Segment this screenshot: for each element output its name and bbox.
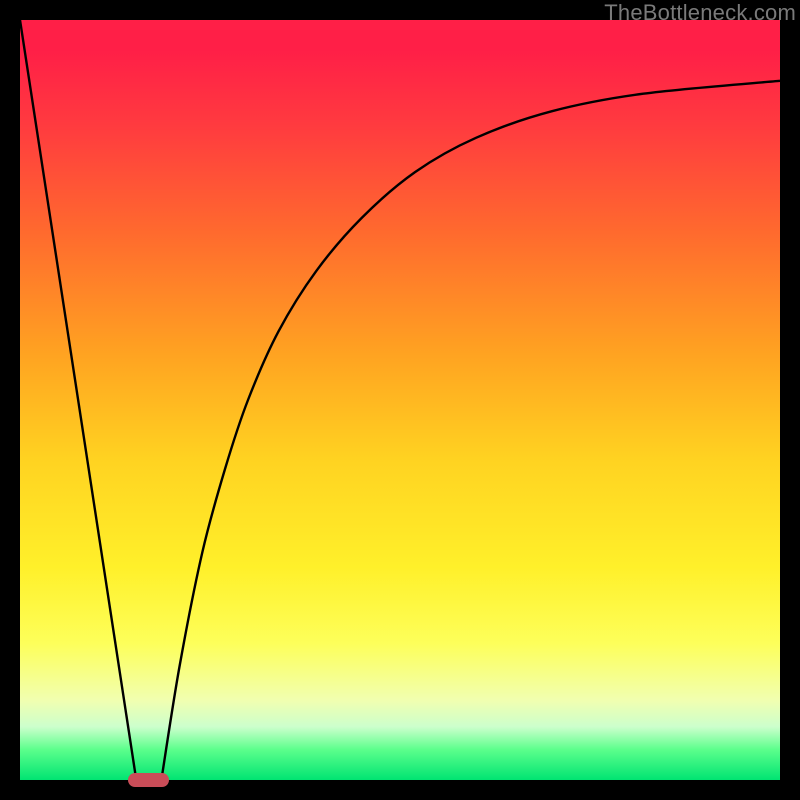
curve-layer <box>20 20 780 780</box>
plot-area <box>20 20 780 780</box>
curve-left-branch <box>20 20 136 780</box>
optimum-marker <box>128 773 169 787</box>
chart-frame: TheBottleneck.com <box>0 0 800 800</box>
curve-right-branch <box>161 81 780 780</box>
watermark-text: TheBottleneck.com <box>604 0 796 26</box>
